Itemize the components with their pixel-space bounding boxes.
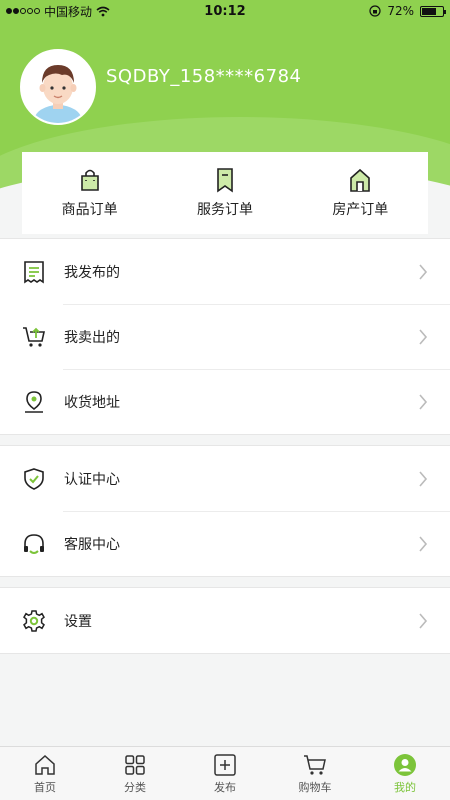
user-icon xyxy=(394,753,416,776)
tab-category[interactable]: 分类 xyxy=(90,747,180,800)
avatar[interactable] xyxy=(20,49,96,125)
order-property-label: 房产订单 xyxy=(332,202,389,218)
carrier-label: 中国移动 xyxy=(44,4,93,19)
menu-verification[interactable]: 认证中心 xyxy=(0,446,450,511)
menu-group-service: 认证中心 客服中心 xyxy=(0,445,450,577)
chevron-right-icon xyxy=(419,612,428,629)
house-icon xyxy=(350,168,371,192)
tab-home-label: 首页 xyxy=(34,780,56,794)
location-pin-icon xyxy=(25,390,43,413)
menu-verification-label: 认证中心 xyxy=(64,471,120,488)
status-bar: 中国移动 10:12 72% xyxy=(0,0,450,22)
order-property-button[interactable]: 房产订单 xyxy=(293,152,428,234)
headset-icon xyxy=(24,533,44,554)
tab-category-label: 分类 xyxy=(124,780,146,794)
menu-group-trading: 我发布的 我卖出的 收货地址 xyxy=(0,238,450,435)
menu-my-posts[interactable]: 我发布的 xyxy=(0,239,450,304)
order-service-label: 服务订单 xyxy=(196,202,253,218)
bottom-tab-bar: 首页 分类 发布 购物车 我的 xyxy=(0,746,450,800)
shopping-bag-icon xyxy=(80,169,99,191)
receipt-icon xyxy=(24,260,44,283)
tab-home[interactable]: 首页 xyxy=(0,747,90,800)
chevron-right-icon xyxy=(419,535,428,552)
signal-icon xyxy=(6,8,40,14)
menu-customer-service-label: 客服中心 xyxy=(64,536,120,553)
tab-cart-label: 购物车 xyxy=(298,780,332,794)
menu-my-sold-label: 我卖出的 xyxy=(64,329,120,346)
grid-icon xyxy=(125,754,145,775)
tab-cart[interactable]: 购物车 xyxy=(270,747,360,800)
shield-check-icon xyxy=(24,467,44,490)
tab-publish-label: 发布 xyxy=(214,780,236,794)
chevron-right-icon xyxy=(419,393,428,410)
menu-group-settings: 设置 xyxy=(0,587,450,654)
menu-address[interactable]: 收货地址 xyxy=(0,369,450,434)
home-icon xyxy=(35,754,55,775)
menu-settings-label: 设置 xyxy=(64,613,92,630)
order-service-button[interactable]: 服务订单 xyxy=(157,152,292,234)
order-goods-label: 商品订单 xyxy=(61,202,118,218)
battery-percent: 72% xyxy=(387,4,414,18)
menu-customer-service[interactable]: 客服中心 xyxy=(0,511,450,576)
chevron-right-icon xyxy=(419,470,428,487)
menu-address-label: 收货地址 xyxy=(64,394,120,411)
menu-my-sold[interactable]: 我卖出的 xyxy=(0,304,450,369)
order-goods-button[interactable]: 商品订单 xyxy=(22,152,157,234)
gear-icon xyxy=(23,609,45,632)
menu-settings[interactable]: 设置 xyxy=(0,588,450,653)
chevron-right-icon xyxy=(419,328,428,345)
cart-upload-icon xyxy=(23,326,45,347)
chevron-right-icon xyxy=(419,263,428,280)
tab-mine-label: 我的 xyxy=(394,780,416,794)
wifi-icon xyxy=(96,6,110,16)
bookmark-icon xyxy=(217,168,233,193)
username[interactable]: SQDBY_158****6784 xyxy=(106,66,301,87)
battery-icon xyxy=(420,5,446,17)
menu-my-posts-label: 我发布的 xyxy=(64,264,120,281)
tab-publish[interactable]: 发布 xyxy=(180,747,270,800)
plus-square-icon xyxy=(214,753,236,776)
orders-card: 商品订单 服务订单 房产订单 xyxy=(22,152,428,234)
tab-mine[interactable]: 我的 xyxy=(360,747,450,800)
cart-icon xyxy=(304,754,326,775)
orientation-lock-icon xyxy=(369,5,381,17)
